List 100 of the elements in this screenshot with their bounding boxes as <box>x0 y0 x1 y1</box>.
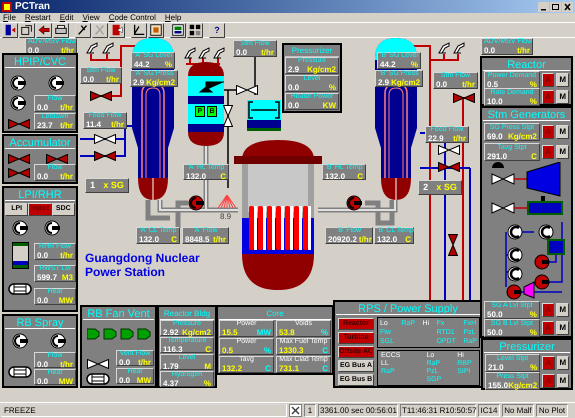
back-arrow-button[interactable] <box>36 22 52 38</box>
readout-value: 0.0 <box>37 251 48 260</box>
readout-value: 23.7 <box>37 121 53 130</box>
plant-name: Guangdong Nuclear Power Station <box>85 251 200 279</box>
panel-title: RPS / Power Supply <box>336 303 480 315</box>
valve-icon[interactable] <box>87 359 109 369</box>
readout-value: 0.0 <box>37 103 48 112</box>
menu-item[interactable]: Help <box>164 13 182 22</box>
printer-button[interactable] <box>53 22 69 38</box>
relief-valve-icon <box>86 41 98 54</box>
menu-item[interactable]: Edit <box>60 13 74 22</box>
window-button[interactable] <box>19 22 35 38</box>
freeze-icon[interactable] <box>289 404 302 417</box>
readout-unit: t/hr <box>462 80 475 89</box>
panel-title: LPI/RHR <box>5 189 75 201</box>
pump-icon <box>12 333 28 349</box>
valve-icon[interactable] <box>438 145 460 155</box>
menu-item[interactable]: Restart <box>24 13 51 22</box>
readout-unit: Kg/cm2 <box>508 132 537 140</box>
manual-button[interactable]: M <box>556 125 569 139</box>
readout-value: 1330.3 <box>279 346 304 355</box>
break-spray-icon <box>218 195 236 208</box>
readout-unit: % <box>530 362 538 372</box>
panel-title: Pressurizer <box>484 341 570 353</box>
readout-value: 0.0 <box>288 83 300 92</box>
app-icon <box>2 2 12 12</box>
readout-unit: Kg/cm2 <box>182 328 211 336</box>
menu-item[interactable]: View <box>82 13 100 22</box>
status-malf: No Malf <box>502 404 534 417</box>
readout-unit: MW <box>58 376 73 386</box>
readout-unit: % <box>164 60 172 69</box>
readout-value: 132.0 <box>325 172 346 180</box>
readout-value: 0.0 <box>288 101 300 110</box>
panel-button[interactable] <box>170 22 186 38</box>
valve-icon[interactable] <box>448 234 458 256</box>
grid-button[interactable] <box>187 22 203 38</box>
readout-value: 22.9 <box>428 134 444 143</box>
panel-title: HPIP/CVC <box>5 56 75 68</box>
picture-button[interactable] <box>148 22 164 38</box>
manual-button[interactable]: M <box>556 321 569 335</box>
readout-unit: t/hr <box>261 48 274 57</box>
readout-value: 2.9 <box>378 78 390 87</box>
status-count: 1 <box>304 404 316 417</box>
readout-value: 132.2 <box>222 364 242 373</box>
valve-icon[interactable] <box>90 91 112 101</box>
manual-button[interactable]: M <box>556 145 569 159</box>
manual-button[interactable]: M <box>556 303 569 317</box>
pump-icon <box>188 195 204 211</box>
panel-title: RB Fan Vent <box>83 308 154 320</box>
close-icon[interactable] <box>562 2 573 12</box>
maximize-icon[interactable] <box>550 2 561 12</box>
pump-icon <box>346 195 362 211</box>
readout-unit: Kg/cm2 <box>391 78 420 87</box>
readout-unit: M3 <box>62 273 73 282</box>
readout-value: 1.79 <box>163 362 179 370</box>
valve-icon[interactable] <box>94 151 116 161</box>
manual-button[interactable]: M <box>556 90 569 104</box>
cross-button[interactable] <box>92 22 108 38</box>
readout-value: 0.0 <box>37 360 48 368</box>
readout-value: 50.0 <box>487 328 503 336</box>
menu-item[interactable]: Code Control <box>108 13 156 22</box>
relief-valve-icon <box>453 41 465 54</box>
pen-button[interactable] <box>75 22 91 38</box>
relief-valve-icon <box>184 46 196 59</box>
manual-button[interactable]: M <box>556 374 569 388</box>
manual-button[interactable]: M <box>556 73 569 87</box>
readout-unit: t/hr <box>61 46 74 55</box>
readout-unit: MW <box>58 296 73 305</box>
readout-value: 10.0 <box>487 96 503 106</box>
readout-unit: C <box>220 172 226 180</box>
readout-value: 11.4 <box>86 120 102 129</box>
panel-title: Accumulator <box>5 137 75 149</box>
pump-icon <box>50 333 66 349</box>
readout-value: 0.0 <box>236 48 248 57</box>
minimize-icon[interactable] <box>538 2 549 12</box>
menu-item[interactable]: File <box>3 13 16 22</box>
readout-unit: C <box>205 344 211 354</box>
valve-icon[interactable] <box>453 93 475 103</box>
valve-icon[interactable] <box>438 162 460 172</box>
readout-label: x SG <box>436 180 457 194</box>
pump-icon <box>10 95 26 111</box>
chart-button[interactable] <box>131 22 147 38</box>
readout-value: 44.2 <box>380 60 396 69</box>
readout-unit: C <box>531 152 537 160</box>
help-button[interactable]: ? <box>209 22 225 38</box>
readout-value: 291.0 <box>487 152 508 160</box>
panel-title: RB Spray <box>5 317 75 329</box>
manual-button[interactable]: M <box>556 356 569 370</box>
readout-value: 155.0 <box>488 380 508 390</box>
readout-value: 0.0 <box>484 46 496 55</box>
exit-button[interactable] <box>2 22 18 38</box>
readout-value: 132.0 <box>186 172 206 180</box>
readout-value: 132.0 <box>377 235 398 244</box>
readout-value: 0.0 <box>37 296 48 305</box>
readout-value: 2.92 <box>163 328 179 336</box>
pump-icon <box>10 75 26 91</box>
valve-icon[interactable] <box>94 134 116 144</box>
valve-icon[interactable] <box>236 85 258 95</box>
door-button[interactable] <box>109 22 125 38</box>
status-ic: IC14 <box>478 404 500 417</box>
